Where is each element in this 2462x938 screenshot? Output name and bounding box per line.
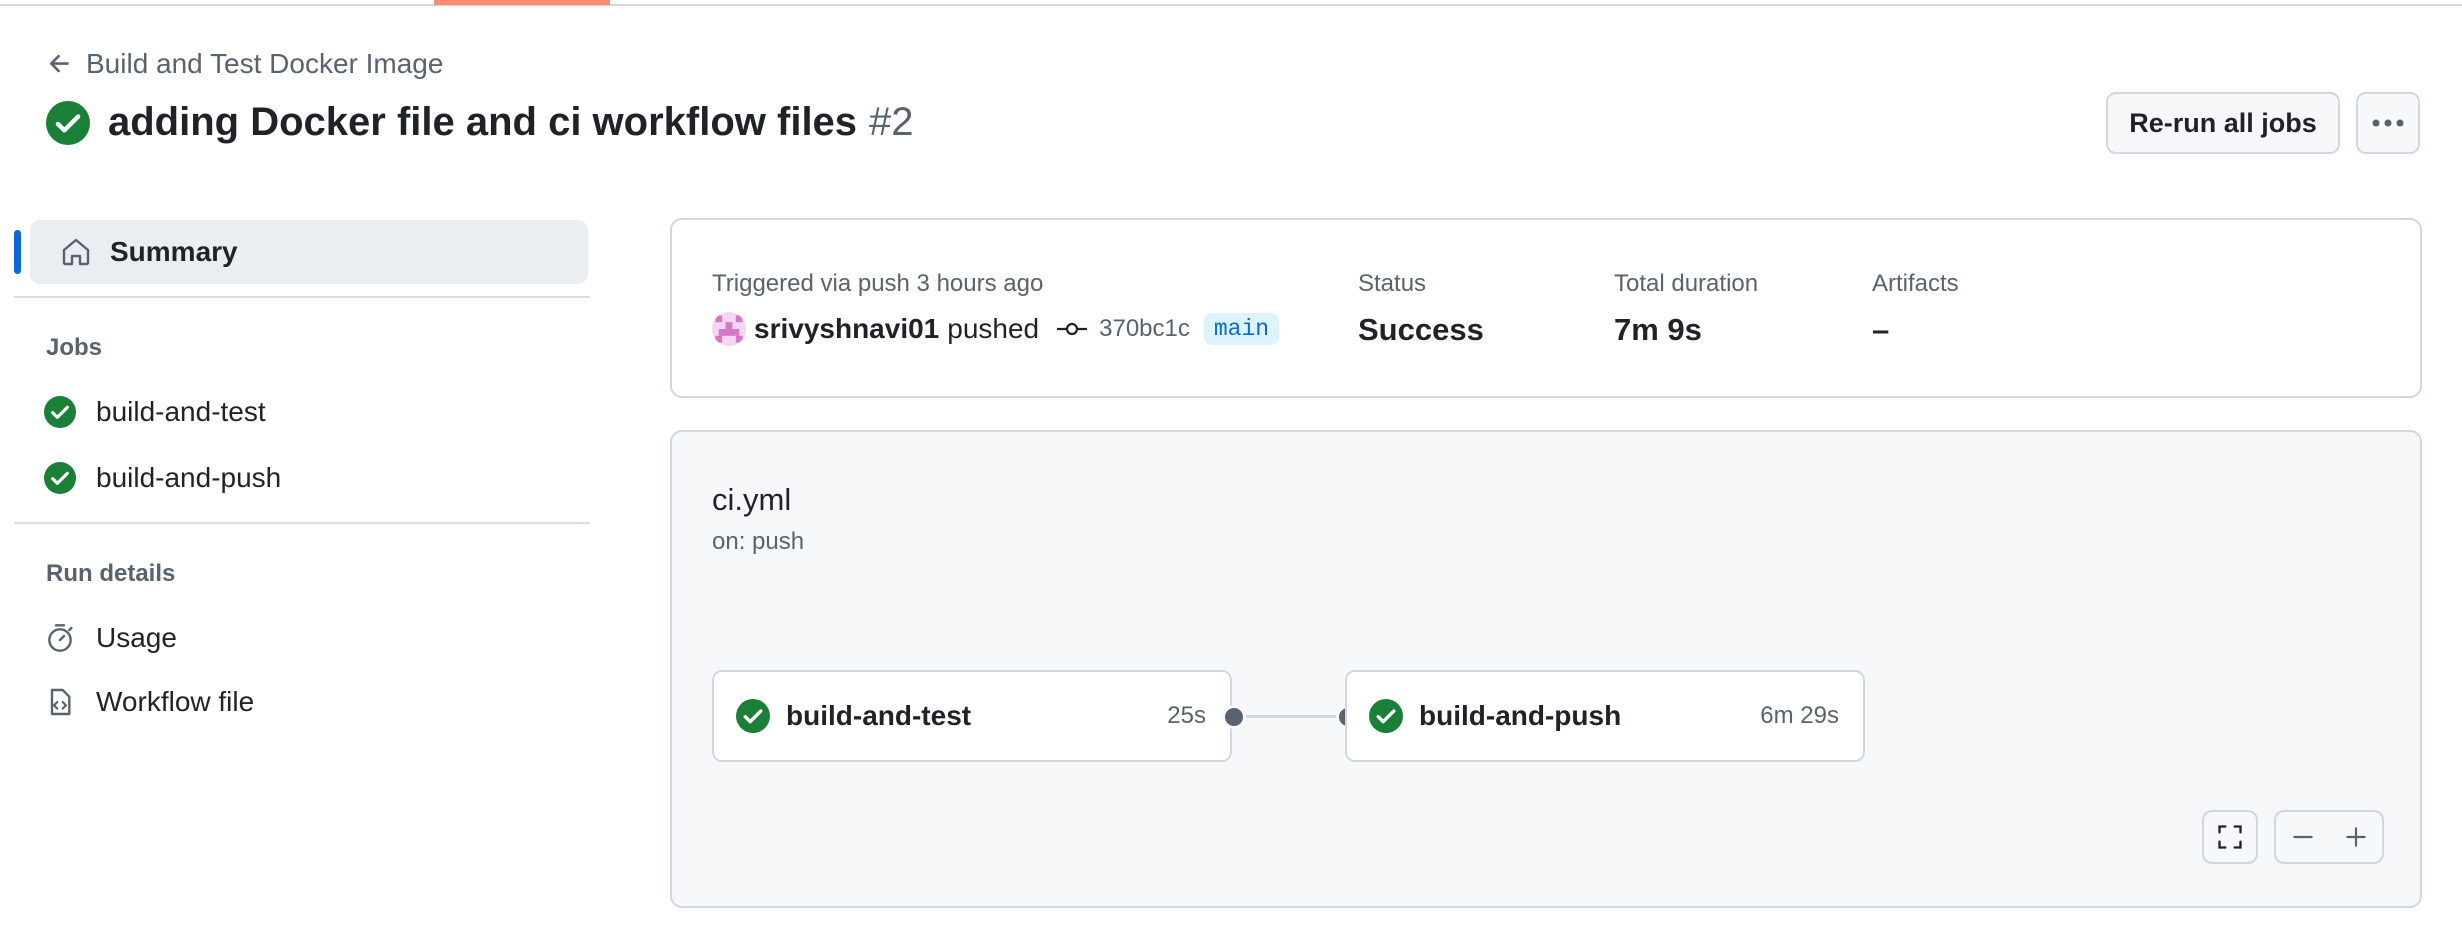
more-options-button[interactable] bbox=[2356, 92, 2420, 154]
workflow-file-name: ci.yml bbox=[712, 482, 792, 517]
run-number: #2 bbox=[869, 100, 914, 144]
job-node-build-and-test[interactable]: build-and-test 25s bbox=[712, 670, 1232, 762]
commit-sha-link[interactable]: 370bc1c bbox=[1099, 315, 1190, 343]
home-icon bbox=[62, 238, 90, 266]
check-circle-icon bbox=[736, 699, 770, 733]
duration-label: Total duration bbox=[1614, 270, 1759, 297]
zoom-out-icon[interactable] bbox=[2290, 824, 2316, 850]
duration-value: 7m 9s bbox=[1614, 312, 1702, 347]
identicon-icon bbox=[712, 312, 746, 346]
job-node-build-and-push[interactable]: build-and-push 6m 29s bbox=[1345, 670, 1865, 762]
sidebar-item-label: Workflow file bbox=[96, 686, 255, 717]
status-label: Status bbox=[1358, 270, 1427, 297]
rerun-all-jobs-button[interactable]: Re-run all jobs bbox=[2106, 92, 2340, 154]
active-tab-underline bbox=[434, 0, 610, 5]
jobs-heading: Jobs bbox=[46, 334, 103, 361]
arrow-left-icon bbox=[49, 54, 69, 73]
page-title: adding Docker file and ci workflow files bbox=[108, 100, 858, 144]
top-nav-border bbox=[0, 0, 2462, 6]
workflow-graph: ci.yml on: push build-and-test 25s build… bbox=[670, 430, 2422, 908]
kebab-horizontal-icon bbox=[2372, 119, 2404, 127]
git-commit-icon bbox=[1057, 322, 1088, 336]
zoom-controls bbox=[2274, 810, 2384, 864]
job-name: build-and-push bbox=[1419, 700, 1622, 731]
check-circle-icon bbox=[1369, 699, 1403, 733]
fullscreen-button[interactable] bbox=[2202, 810, 2258, 864]
job-name: build-and-test bbox=[786, 700, 972, 731]
sidebar-divider bbox=[14, 296, 590, 298]
fullscreen-icon bbox=[2218, 825, 2242, 849]
sidebar-item-build-and-test[interactable]: build-and-test bbox=[44, 388, 266, 436]
workflow-trigger: on: push bbox=[712, 528, 805, 555]
sidebar-item-label: Summary bbox=[110, 236, 238, 267]
trigger-label: Triggered via push 3 hours ago bbox=[712, 270, 1044, 297]
branch-badge[interactable]: main bbox=[1203, 313, 1280, 345]
push-action-text: pushed bbox=[947, 313, 1040, 344]
sidebar-item-label: build-and-test bbox=[96, 396, 266, 427]
stopwatch-icon bbox=[48, 624, 73, 652]
job-duration: 6m 29s bbox=[1760, 702, 1839, 729]
file-code-icon bbox=[50, 688, 71, 716]
active-indicator bbox=[14, 230, 21, 274]
sidebar-divider bbox=[14, 522, 590, 524]
sidebar-item-label: build-and-push bbox=[96, 462, 282, 493]
zoom-in-icon[interactable] bbox=[2343, 824, 2369, 850]
run-title-row: adding Docker file and ci workflow files… bbox=[46, 100, 914, 145]
sidebar-item-summary[interactable]: Summary bbox=[14, 220, 588, 284]
sidebar-item-label: Usage bbox=[96, 622, 177, 653]
check-circle-icon bbox=[46, 100, 90, 145]
user-link[interactable]: srivyshnavi01 bbox=[754, 313, 939, 345]
trigger-details: srivyshnavi01 pushed 370bc1c main bbox=[712, 312, 1280, 346]
artifacts-value: – bbox=[1872, 312, 1890, 347]
status-value: Success bbox=[1358, 312, 1484, 347]
check-circle-icon bbox=[44, 462, 76, 494]
sidebar-item-workflow-file[interactable]: Workflow file bbox=[44, 678, 254, 726]
back-to-workflow-link[interactable]: Build and Test Docker Image bbox=[46, 48, 443, 80]
avatar[interactable] bbox=[712, 312, 746, 346]
sidebar-item-usage[interactable]: Usage bbox=[44, 614, 177, 662]
sidebar-item-build-and-push[interactable]: build-and-push bbox=[44, 454, 281, 502]
back-link-label[interactable]: Build and Test Docker Image bbox=[86, 48, 443, 80]
check-circle-icon bbox=[44, 396, 76, 428]
run-summary-card: Triggered via push 3 hours ago srivyshna… bbox=[670, 218, 2422, 398]
run-details-heading: Run details bbox=[46, 560, 176, 587]
job-duration: 25s bbox=[1167, 702, 1206, 729]
artifacts-label: Artifacts bbox=[1872, 270, 1959, 297]
connector-dot bbox=[1222, 705, 1246, 729]
